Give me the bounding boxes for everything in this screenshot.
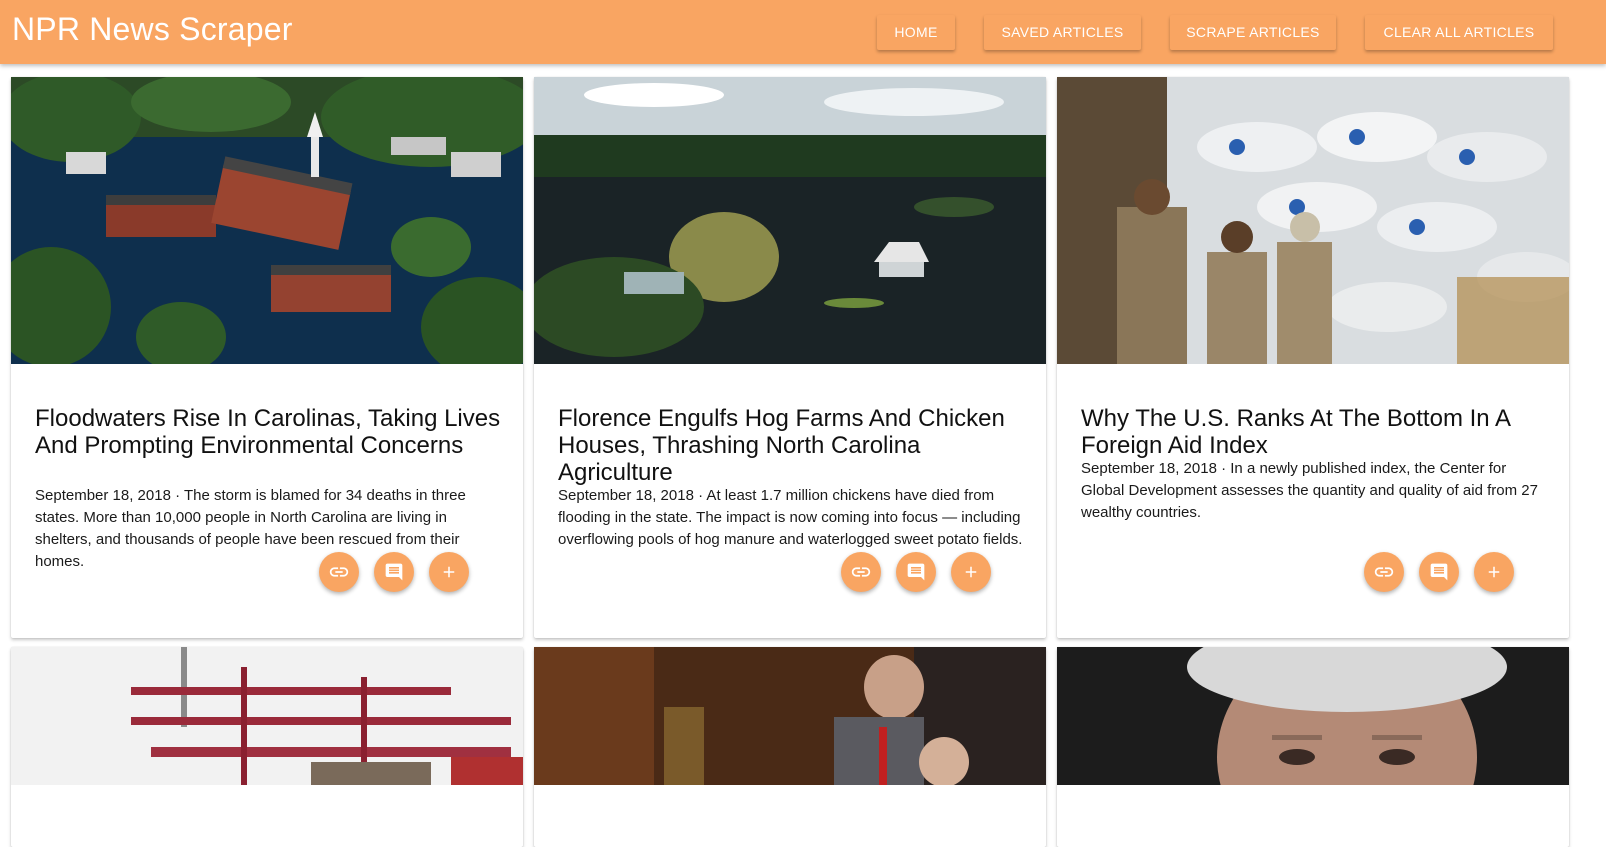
scrape-articles-button[interactable]: SCRAPE ARTICLES (1170, 15, 1336, 50)
add-icon (443, 566, 455, 578)
link-button[interactable] (841, 552, 881, 592)
add-icon (1488, 566, 1500, 578)
link-button[interactable] (1364, 552, 1404, 592)
clear-all-articles-button[interactable]: CLEAR ALL ARTICLES (1365, 15, 1553, 50)
article-card (11, 647, 523, 847)
comment-icon (1430, 563, 1448, 581)
article-image[interactable] (534, 647, 1046, 785)
article-image[interactable] (1057, 647, 1569, 785)
article-card: Florence Engulfs Hog Farms And Chicken H… (534, 77, 1046, 638)
add-button[interactable] (429, 552, 469, 592)
comment-icon (385, 563, 403, 581)
article-title[interactable]: Why The U.S. Ranks At The Bottom In A Fo… (1081, 405, 1549, 459)
home-button[interactable]: HOME (877, 15, 955, 50)
article-card (1057, 647, 1569, 847)
link-button[interactable] (319, 552, 359, 592)
article-teaser: September 18, 2018 · In a newly publishe… (1081, 460, 1538, 521)
add-icon (965, 566, 977, 578)
add-button[interactable] (951, 552, 991, 592)
article-image[interactable] (1057, 77, 1569, 364)
navbar: NPR News Scraper HOME SAVED ARTICLES SCR… (0, 0, 1606, 64)
link-icon (1374, 567, 1394, 577)
article-image[interactable] (534, 77, 1046, 364)
article-card (534, 647, 1046, 847)
link-icon (329, 567, 349, 577)
link-icon (851, 567, 871, 577)
article-title[interactable]: Floodwaters Rise In Carolinas, Taking Li… (35, 405, 503, 459)
comment-button[interactable] (1419, 552, 1459, 592)
comment-button[interactable] (374, 552, 414, 592)
article-title[interactable]: Florence Engulfs Hog Farms And Chicken H… (558, 405, 1026, 486)
article-image[interactable] (11, 77, 523, 364)
brand-title[interactable]: NPR News Scraper (12, 11, 293, 48)
saved-articles-button[interactable]: SAVED ARTICLES (984, 15, 1141, 50)
article-card: Why The U.S. Ranks At The Bottom In A Fo… (1057, 77, 1569, 638)
article-teaser: September 18, 2018 · At least 1.7 millio… (558, 487, 1023, 548)
article-image[interactable] (11, 647, 523, 785)
comment-button[interactable] (896, 552, 936, 592)
comment-icon (907, 563, 925, 581)
article-card: Floodwaters Rise In Carolinas, Taking Li… (11, 77, 523, 638)
add-button[interactable] (1474, 552, 1514, 592)
